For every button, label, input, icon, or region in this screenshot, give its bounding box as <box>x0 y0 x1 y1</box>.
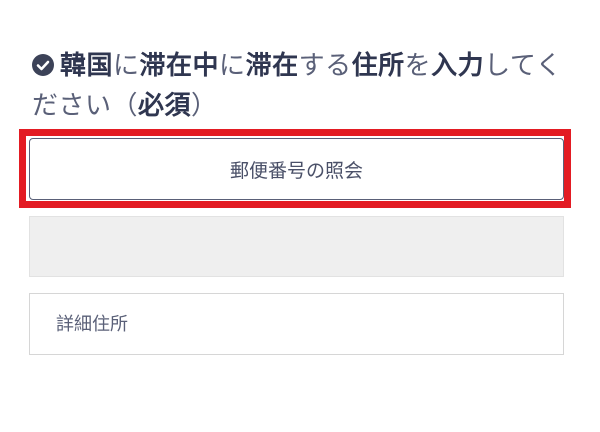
question-segment: に <box>219 51 246 81</box>
question-segment: 滞在 <box>245 51 299 81</box>
question-segment: を <box>404 51 432 81</box>
question-segment: ） <box>191 91 218 121</box>
address-question: 韓国に滞在中に滞在する住所を入力してください（必須） <box>32 46 572 126</box>
address-form: 韓国に滞在中に滞在する住所を入力してください（必須） 郵便番号の照会 <box>0 0 600 432</box>
check-circle-icon <box>32 54 54 76</box>
question-segment: 韓国 <box>60 51 114 81</box>
question-segment: 住所 <box>351 51 405 81</box>
detail-address-input[interactable] <box>29 293 564 355</box>
question-segment: 滞在中 <box>139 51 220 81</box>
question-segment: に <box>113 51 140 81</box>
question-segment: 必須 <box>138 91 192 121</box>
question-segment: 入力 <box>431 51 485 81</box>
postal-code-lookup-button[interactable]: 郵便番号の照会 <box>29 138 564 200</box>
question-segment: する <box>298 51 352 81</box>
question-text: 韓国に滞在中に滞在する住所を入力してください（必須） <box>32 51 562 121</box>
address-display-field <box>29 216 564 277</box>
